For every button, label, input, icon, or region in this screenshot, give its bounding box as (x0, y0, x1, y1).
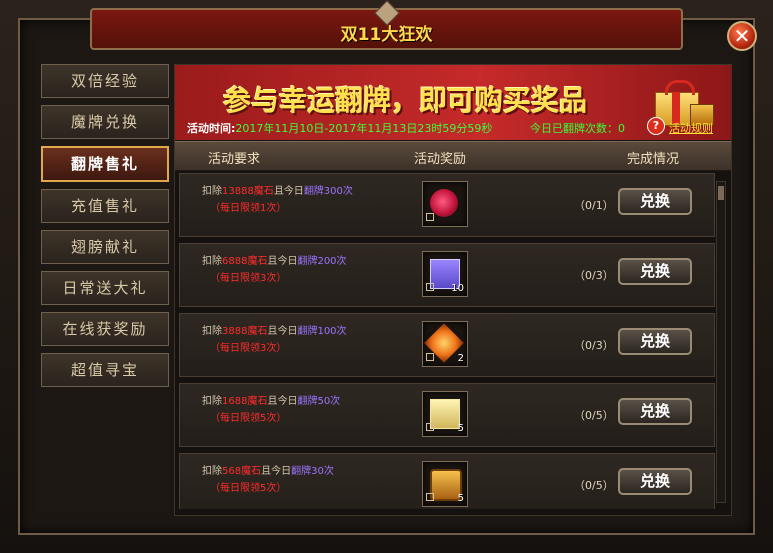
progress-text: （0/3） (574, 269, 614, 282)
lock-icon (426, 213, 434, 221)
sidebar-item-daily-gift[interactable]: 日常送大礼 (41, 271, 169, 305)
sidebar-item-flip-gift[interactable]: 翻牌售礼 (41, 146, 169, 182)
main-panel: 参与幸运翻牌，即可购买奖品 活动时间:2017年11月10日-2017年11月1… (174, 64, 732, 516)
daily-limit: （每日限领3次） (210, 273, 287, 284)
close-icon: ✕ (733, 24, 751, 48)
lock-icon (426, 493, 434, 501)
event-banner: 参与幸运翻牌，即可购买奖品 活动时间:2017年11月10日-2017年11月1… (175, 65, 731, 140)
requirement-text: 扣除568魔石且今日翻牌30次 (202, 466, 334, 477)
sidebar-item-online-reward[interactable]: 在线获奖励 (41, 312, 169, 346)
lock-icon (426, 423, 434, 431)
exchange-button[interactable]: 兑换 (618, 468, 692, 495)
requirement-text: 扣除3888魔石且今日翻牌100次 (202, 326, 347, 337)
banner-title: 参与幸运翻牌，即可购买奖品 (223, 84, 588, 117)
lock-icon (426, 283, 434, 291)
purple-gift-box-icon[interactable]: 10 (422, 251, 468, 297)
progress-text: （0/5） (574, 479, 614, 492)
exchange-button[interactable]: 兑换 (618, 188, 692, 215)
quantity: 5 (457, 493, 464, 504)
progress-text: （0/1） (574, 199, 614, 212)
close-button[interactable]: ✕ (727, 21, 757, 51)
sidebar-item-wing-gift[interactable]: 翅膀献礼 (41, 230, 169, 264)
gold-gift-box-icon[interactable]: 5 (422, 391, 468, 437)
sidebar-item-card-exchange[interactable]: 魔牌兑换 (41, 105, 169, 139)
header-requirement: 活动要求 (208, 152, 261, 167)
quantity: 10 (451, 283, 464, 294)
reward-list: 扣除13888魔石且今日翻牌300次 （每日限领1次） （0/1） 兑换 扣除6… (179, 173, 715, 509)
exchange-button[interactable]: 兑换 (618, 398, 692, 425)
game-window: 双11大狂欢 ✕ 双倍经验 魔牌兑换 翻牌售礼 充值售礼 翅膀献礼 日常送大礼 … (0, 0, 773, 553)
sidebar-item-double-exp[interactable]: 双倍经验 (41, 64, 169, 98)
header-reward: 活动奖励 (414, 152, 467, 167)
table-header: 活动要求 活动奖励 完成情况 (175, 141, 731, 171)
requirement-text: 扣除1688魔石且今日翻牌50次 (202, 396, 341, 407)
rules-link[interactable]: 活动规则 (669, 120, 713, 136)
red-orb-icon[interactable] (422, 181, 468, 227)
event-time: 活动时间:2017年11月10日-2017年11月13日23时59分59秒 (187, 122, 493, 135)
daily-limit: （每日限领5次） (210, 413, 287, 424)
quantity: 5 (457, 423, 464, 434)
daily-limit: （每日限领3次） (210, 343, 287, 354)
daily-limit: （每日限领5次） (210, 483, 287, 494)
daily-limit: （每日限领1次） (210, 203, 287, 214)
scrollbar[interactable] (716, 181, 726, 503)
today-flip-count: 今日已翻牌次数：0 (530, 122, 625, 135)
requirement-text: 扣除6888魔石且今日翻牌200次 (202, 256, 347, 267)
table-row: 扣除1688魔石且今日翻牌50次 （每日限领5次） 5 （0/5） 兑换 (179, 383, 715, 447)
table-row: 扣除13888魔石且今日翻牌300次 （每日限领1次） （0/1） 兑换 (179, 173, 715, 237)
requirement-text: 扣除13888魔石且今日翻牌300次 (202, 186, 353, 197)
lock-icon (426, 353, 434, 361)
exchange-button[interactable]: 兑换 (618, 258, 692, 285)
scrollbar-thumb[interactable] (718, 186, 724, 200)
header-status: 完成情况 (627, 152, 680, 167)
progress-text: （0/3） (574, 339, 614, 352)
progress-text: （0/5） (574, 409, 614, 422)
treasure-chest-icon[interactable]: 5 (422, 461, 468, 507)
sidebar-item-treasure-hunt[interactable]: 超值寻宝 (41, 353, 169, 387)
orange-crystal-icon[interactable]: 2 (422, 321, 468, 367)
table-row: 扣除6888魔石且今日翻牌200次 （每日限领3次） 10 （0/3） 兑换 (179, 243, 715, 307)
exchange-button[interactable]: 兑换 (618, 328, 692, 355)
sidebar: 双倍经验 魔牌兑换 翻牌售礼 充值售礼 翅膀献礼 日常送大礼 在线获奖励 超值寻… (41, 64, 169, 394)
quantity: 2 (457, 353, 464, 364)
table-row: 扣除3888魔石且今日翻牌100次 （每日限领3次） 2 （0/3） 兑换 (179, 313, 715, 377)
table-row: 扣除568魔石且今日翻牌30次 （每日限领5次） 5 （0/5） 兑换 (179, 453, 715, 509)
sidebar-item-recharge-gift[interactable]: 充值售礼 (41, 189, 169, 223)
help-icon[interactable]: ? (647, 117, 665, 135)
